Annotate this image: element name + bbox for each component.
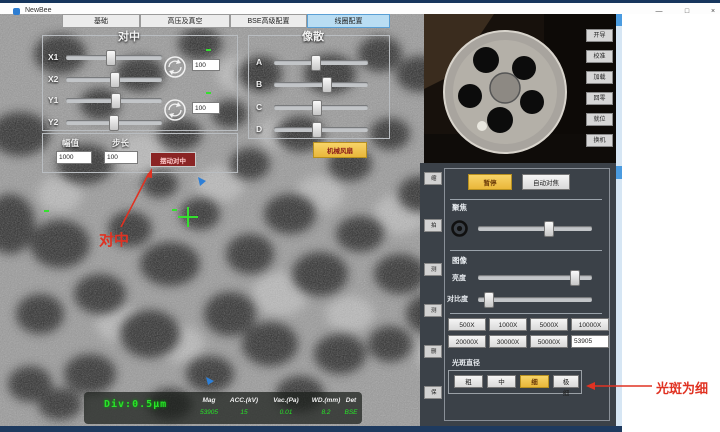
title-bar: NewBee — □ × <box>0 3 720 14</box>
y1-label: Y1 <box>48 95 58 105</box>
app-logo-icon <box>13 8 20 15</box>
wobble-rotate-icon-y[interactable] <box>163 98 187 122</box>
focus-radio-icon[interactable] <box>451 220 468 237</box>
pause-button[interactable]: 暂停 <box>468 174 512 190</box>
contrast-slider[interactable] <box>478 297 592 302</box>
contrast-label: 对比度 <box>447 294 468 304</box>
astig-b-label: B <box>256 79 262 89</box>
acc-column-header: ACC.(kV) <box>224 397 264 404</box>
load-button[interactable]: 加载 <box>586 71 613 84</box>
calibrate-button[interactable]: 校准 <box>586 50 613 63</box>
tab-basic[interactable]: 基础 <box>62 14 140 28</box>
exchange-button[interactable]: 换机 <box>586 134 613 147</box>
wobble-rotate-icon-x[interactable] <box>163 55 187 79</box>
x-centering-value-input[interactable] <box>192 59 220 71</box>
mag-10000x-button[interactable]: 10000X <box>571 318 609 331</box>
mag-50000x-button[interactable]: 50000X <box>530 335 568 348</box>
tab-bse-advanced[interactable]: BSE高级配置 <box>230 14 307 28</box>
x1-slider[interactable] <box>66 55 162 60</box>
mag-5000x-button[interactable]: 5000X <box>530 318 568 331</box>
amplitude-label: 幅值 <box>62 137 79 149</box>
brightness-label: 亮度 <box>452 273 466 283</box>
spot-coarse-button[interactable]: 粗 <box>454 375 483 388</box>
astig-a-label: A <box>256 57 262 67</box>
det-column-header: Det <box>340 397 362 404</box>
acc-value: 15 <box>224 409 264 416</box>
image-section-label: 图像 <box>452 255 467 266</box>
centering-group-title: 对中 <box>118 28 140 44</box>
tab-hv-vacuum[interactable]: 高压及真空 <box>140 14 230 28</box>
autofocus-button[interactable]: 自动对焦 <box>522 174 570 190</box>
mag-30000x-button[interactable]: 30000X <box>489 335 527 348</box>
astig-b-slider[interactable] <box>274 82 368 87</box>
y2-slider[interactable] <box>66 120 162 125</box>
window-title: NewBee <box>25 7 51 14</box>
screenshot-root: NewBee — □ × 基础 高压及真空 BSE高级配置 线圈配置 对中 X1… <box>0 0 720 432</box>
astig-d-slider[interactable] <box>274 127 368 132</box>
divider <box>450 199 602 200</box>
wobble-centering-button[interactable]: 摆动对中 <box>150 152 196 167</box>
mag-column-header: Mag <box>196 397 222 404</box>
astig-c-label: C <box>256 102 262 112</box>
minimize-icon[interactable]: — <box>648 6 670 17</box>
spot-medium-button[interactable]: 中 <box>487 375 516 388</box>
open-navigation-button[interactable]: 开导航 <box>586 29 613 42</box>
magnification-value-input[interactable] <box>571 335 609 348</box>
mag-500x-button[interactable]: 500X <box>448 318 486 331</box>
taskbar-strip <box>0 426 622 432</box>
spot-ultrafine-button[interactable]: 极细 <box>553 375 579 388</box>
astig-c-slider[interactable] <box>274 105 368 110</box>
maximize-icon[interactable]: □ <box>676 6 698 17</box>
mag-value: 53905 <box>196 409 222 416</box>
thumbnail-tool-button[interactable]: 缩略 <box>424 172 442 185</box>
home-zero-button[interactable]: 回零 <box>586 92 613 105</box>
measure-distance-tool-button[interactable]: 测距 <box>424 263 442 276</box>
spot-fine-button[interactable]: 细 <box>520 375 549 388</box>
delete-tool-button[interactable]: 删除 <box>424 345 442 358</box>
mag-20000x-button[interactable]: 20000X <box>448 335 486 348</box>
divider <box>450 313 602 314</box>
snapshot-tool-button[interactable]: 拍照 <box>424 219 442 232</box>
centering-group <box>42 35 238 131</box>
step-label: 步长 <box>112 137 129 149</box>
y2-label: Y2 <box>48 117 58 127</box>
astig-a-slider[interactable] <box>274 60 368 65</box>
astig-d-label: D <box>256 124 262 134</box>
x2-label: X2 <box>48 74 58 84</box>
panel-scrollbar[interactable] <box>616 14 622 426</box>
save-tool-button[interactable]: 保存 <box>424 386 442 399</box>
measure-angle-tool-button[interactable]: 测角 <box>424 304 442 317</box>
amplitude-input[interactable] <box>56 151 92 164</box>
mag-1000x-button[interactable]: 1000X <box>489 318 527 331</box>
scrollbar-thumb[interactable] <box>616 166 622 179</box>
scrollbar-thumb[interactable] <box>616 14 622 26</box>
step-input[interactable] <box>104 151 138 164</box>
scale-division-readout: Div:0.5μm <box>104 399 167 410</box>
focus-label: 聚焦 <box>452 202 467 213</box>
focus-slider[interactable] <box>478 226 592 231</box>
centering-annotation-text: 对中 <box>99 229 129 250</box>
vac-column-header: Vac.(Pa) <box>266 397 306 404</box>
y1-slider[interactable] <box>66 98 162 103</box>
divider <box>450 250 602 251</box>
brightness-slider[interactable] <box>478 275 592 280</box>
x2-slider[interactable] <box>66 77 162 82</box>
det-value: BSE <box>340 409 362 416</box>
tab-coil-config[interactable]: 线圈配置 <box>307 14 390 28</box>
close-icon[interactable]: × <box>702 6 720 17</box>
mechanical-fan-button[interactable]: 机械风扇 <box>313 142 367 158</box>
x1-label: X1 <box>48 52 58 62</box>
spot-annotation-text: 光斑为细 <box>656 378 708 397</box>
in-position-button[interactable]: 就位 <box>586 113 613 126</box>
astigmatism-group-title: 像散 <box>302 28 324 44</box>
vac-value: 0.01 <box>266 409 306 416</box>
spot-size-label: 光斑直径 <box>452 358 480 368</box>
y-centering-value-input[interactable] <box>192 102 220 114</box>
